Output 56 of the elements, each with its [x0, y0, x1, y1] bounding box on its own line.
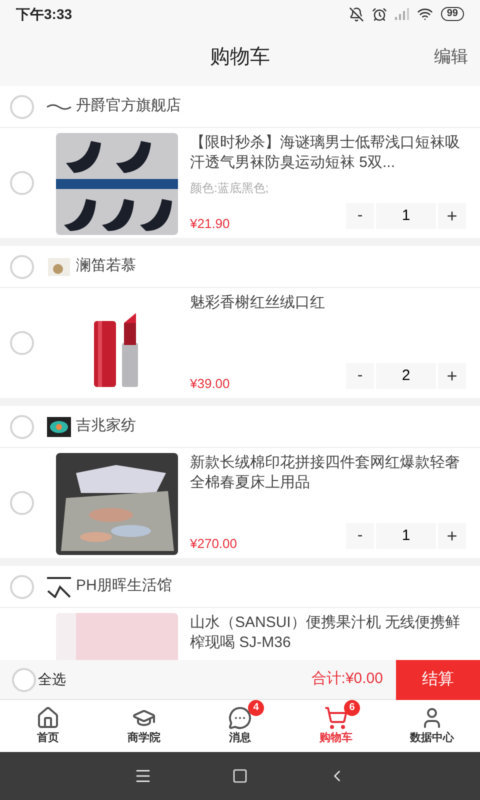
decrease-button[interactable]: - — [346, 363, 374, 389]
increase-button[interactable]: + — [438, 363, 466, 389]
select-all-label[interactable]: 全选 — [38, 669, 66, 690]
product-title[interactable]: 山水（SANSUI）便携果汁机 无线便携鲜榨现喝 SJ-M36 — [190, 613, 466, 653]
product-title[interactable]: 新款长绒棉印花拼接四件套网红爆款轻奢全棉春夏床上用品 — [190, 453, 466, 493]
store-logo-icon — [46, 102, 72, 110]
select-checkbox[interactable] — [10, 331, 34, 355]
mute-icon — [348, 6, 364, 22]
select-checkbox[interactable] — [10, 574, 34, 598]
select-checkbox[interactable] — [10, 254, 34, 278]
status-time: 下午3:33 — [16, 4, 72, 24]
tab-item[interactable]: 数据中心 — [384, 700, 480, 752]
checkout-button[interactable]: 结算 — [396, 660, 480, 700]
page-title: 购物车 — [210, 45, 270, 70]
home-square-icon[interactable] — [232, 768, 248, 784]
increase-button[interactable]: + — [438, 203, 466, 229]
product-price: ¥270.00 — [190, 534, 237, 552]
count-badge: 6 — [344, 700, 360, 716]
signal-icon — [394, 8, 409, 20]
tab-item[interactable]: 首页 — [0, 700, 96, 752]
store-name[interactable]: 吉兆家纺 — [76, 415, 136, 438]
decrease-button[interactable]: - — [346, 523, 374, 549]
tab-item[interactable]: 6 购物车 — [288, 700, 384, 752]
store-logo-icon — [46, 416, 72, 438]
select-checkbox[interactable] — [10, 94, 34, 118]
chat-bubble-icon — [228, 706, 252, 730]
decrease-button[interactable]: - — [346, 203, 374, 229]
home-icon — [36, 706, 60, 730]
product-title[interactable]: 魅彩香榭红丝绒口红 — [190, 293, 466, 313]
total-amount: 合计:¥0.00 — [311, 669, 383, 690]
cart-icon — [324, 706, 348, 730]
store-logo-icon — [46, 576, 72, 598]
quantity-field[interactable]: 1 — [376, 523, 436, 549]
store-logo-icon — [46, 256, 72, 278]
store-name[interactable]: 澜笛若慕 — [76, 255, 136, 278]
product-spec: 颜色:蓝底黑色; — [190, 180, 270, 197]
alarm-icon — [372, 6, 387, 22]
quantity-field[interactable]: 2 — [376, 363, 436, 389]
menu-icon[interactable] — [134, 767, 152, 785]
select-checkbox[interactable] — [10, 414, 34, 438]
tab-item[interactable]: 商学院 — [96, 700, 192, 752]
wifi-icon — [416, 6, 433, 22]
count-badge: 4 — [248, 700, 264, 716]
product-price: ¥39.00 — [190, 374, 230, 392]
store-name[interactable]: PH朋晖生活馆 — [76, 575, 172, 598]
edit-button[interactable]: 编辑 — [434, 44, 468, 70]
select-checkbox[interactable] — [10, 171, 34, 195]
increase-button[interactable]: + — [438, 523, 466, 549]
quantity-field[interactable]: 1 — [376, 203, 436, 229]
select-checkbox[interactable] — [12, 668, 36, 692]
battery-indicator: 99 — [440, 7, 464, 21]
select-checkbox[interactable] — [10, 491, 34, 515]
product-price: ¥21.90 — [190, 214, 230, 232]
store-name[interactable]: 丹爵官方旗舰店 — [76, 95, 181, 118]
product-title[interactable]: 【限时秒杀】海谜璃男士低帮浅口短袜吸汗透气男袜防臭运动短袜 5双... — [190, 133, 466, 173]
tab-item[interactable]: 4 消息 — [192, 700, 288, 752]
